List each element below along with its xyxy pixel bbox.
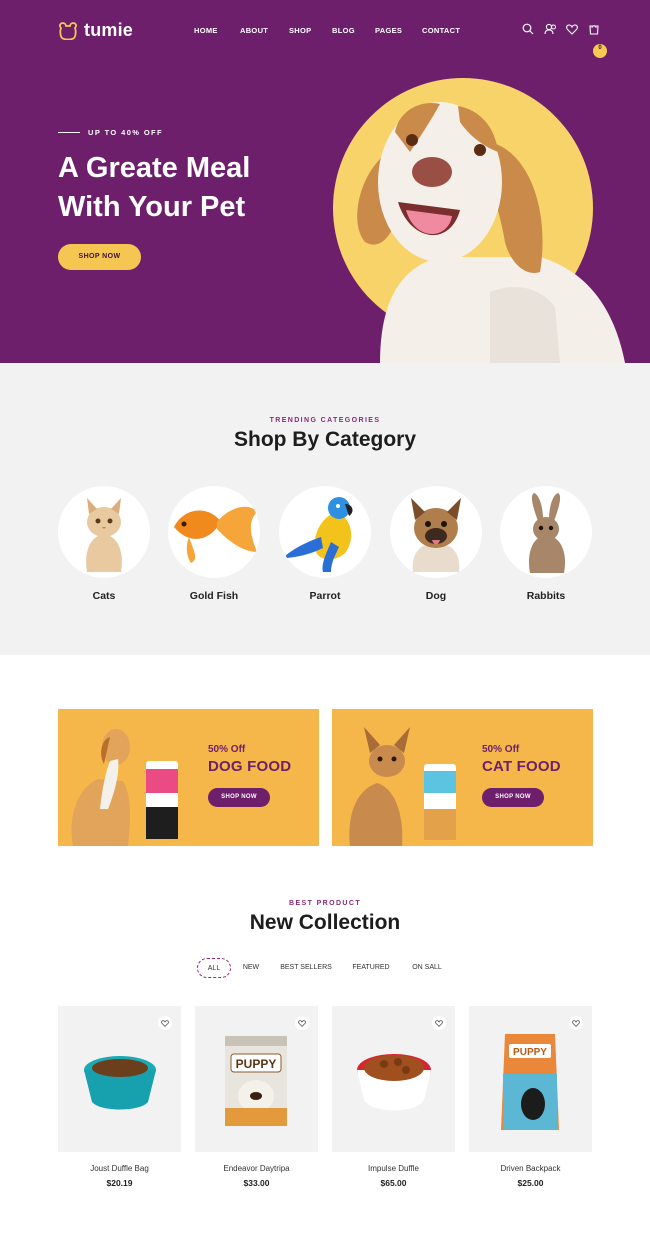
cart-icon[interactable]: 0 xyxy=(588,22,607,58)
hero-title-line1: A Greate Meal xyxy=(58,152,251,184)
nav-contact[interactable]: CONTACT xyxy=(422,26,460,35)
eyebrow-line xyxy=(58,132,80,133)
wishlist-heart-icon[interactable] xyxy=(295,1016,309,1030)
product-name[interactable]: Joust Duffle Bag xyxy=(58,1164,181,1173)
header-actions: 0 xyxy=(522,22,607,58)
product-image xyxy=(332,1006,455,1152)
dog-with-food-bag-image xyxy=(71,729,178,846)
user-icon[interactable] xyxy=(544,22,558,36)
category-list: Cats Gold Fish Parrot Dog Rabbits xyxy=(58,486,592,606)
product-image: PUPPY xyxy=(195,1006,318,1152)
wishlist-heart-icon[interactable] xyxy=(432,1016,446,1030)
hero-title-line2: With Your Pet xyxy=(58,191,246,223)
product-name[interactable]: Driven Backpack xyxy=(469,1164,592,1173)
collection-eyebrow: BEST PRODUCT xyxy=(288,900,362,907)
filter-tab-on-sall[interactable]: ON SALL xyxy=(405,958,449,978)
category-label: Dog xyxy=(425,590,447,602)
dog-icon xyxy=(411,498,461,572)
banner-shop-now-button[interactable]: SHOP NOW xyxy=(208,788,270,807)
brand-name: tumie xyxy=(84,20,134,40)
filter-tab-all[interactable]: ALL xyxy=(197,958,231,978)
promo-banner-dog-food[interactable]: 50% Off DOG FOOD SHOP NOW xyxy=(58,709,319,846)
banner-discount: 50% Off xyxy=(482,744,520,755)
brand-logo[interactable]: tumie xyxy=(58,20,133,41)
banner-discount: 50% Off xyxy=(208,744,246,755)
top-navigation: tumie HOME ABOUT SHOP BLOG PAGES CONTACT… xyxy=(0,0,650,62)
promo-banner-cat-food[interactable]: 50% Off CAT FOOD SHOP NOW xyxy=(332,709,593,846)
puppy-food-can-image: PUPPY xyxy=(225,1036,287,1126)
category-image xyxy=(58,486,150,578)
heart-icon[interactable] xyxy=(566,22,580,36)
product-card[interactable]: PUPPY Driven Backpack $25.00 xyxy=(469,1006,592,1191)
svg-text:PUPPY: PUPPY xyxy=(513,1047,547,1058)
hero-eyebrow-text: UP TO 40% OFF xyxy=(88,128,164,137)
cat-with-food-bag-image xyxy=(349,727,456,846)
category-section: TRENDING CATEGORIES Shop By Category Cat… xyxy=(0,363,650,655)
nav-home[interactable]: HOME xyxy=(194,26,217,35)
category-image xyxy=(500,486,592,578)
collection-title: New Collection xyxy=(249,911,401,934)
product-image xyxy=(58,1006,181,1152)
cat-icon xyxy=(86,498,122,572)
product-card[interactable]: PUPPY Endeavor Daytripa $33.00 xyxy=(195,1006,318,1191)
category-image xyxy=(279,486,371,578)
category-item-parrot[interactable]: Parrot xyxy=(279,486,371,602)
wishlist-heart-icon[interactable] xyxy=(569,1016,583,1030)
banner-title: DOG FOOD xyxy=(208,758,292,775)
product-price: $65.00 xyxy=(380,1178,407,1188)
parrot-icon xyxy=(283,497,353,572)
hero-shop-now-button[interactable]: SHOP NOW xyxy=(58,244,141,270)
bear-face-icon xyxy=(59,21,77,40)
category-item-gold-fish[interactable]: Gold Fish xyxy=(168,486,260,602)
pet-bowl-image xyxy=(84,1056,156,1110)
filter-tab-best-sellers[interactable]: BEST SELLERS xyxy=(276,958,336,978)
category-item-cats[interactable]: Cats xyxy=(58,486,150,602)
product-price: $25.00 xyxy=(517,1178,544,1188)
category-label: Rabbits xyxy=(526,590,566,602)
svg-text:PUPPY: PUPPY xyxy=(236,1057,277,1071)
banner-title: CAT FOOD xyxy=(482,758,561,775)
cart-count-badge: 0 xyxy=(593,44,607,58)
hero-eyebrow: UP TO 40% OFF xyxy=(58,128,163,137)
product-name[interactable]: Impulse Duffle xyxy=(332,1164,455,1173)
category-title: Shop By Category xyxy=(233,428,417,451)
category-eyebrow: TRENDING CATEGORIES xyxy=(269,417,381,424)
nav-pages[interactable]: PAGES xyxy=(375,26,402,35)
search-icon[interactable] xyxy=(522,22,536,36)
banner-shop-now-button[interactable]: SHOP NOW xyxy=(482,788,544,807)
product-card[interactable]: Joust Duffle Bag $20.19 xyxy=(58,1006,181,1191)
puppy-food-bag-image: PUPPY xyxy=(501,1034,559,1130)
filter-tab-new[interactable]: NEW xyxy=(236,958,266,978)
wishlist-heart-icon[interactable] xyxy=(158,1016,172,1030)
product-filter-tabs: ALL NEW BEST SELLERS FEATURED ON SALL xyxy=(0,958,650,978)
category-image xyxy=(390,486,482,578)
main-menu: HOME ABOUT SHOP BLOG PAGES CONTACT xyxy=(194,26,460,35)
food-bowl-image xyxy=(357,1054,431,1111)
product-name[interactable]: Endeavor Daytripa xyxy=(195,1164,318,1173)
product-card[interactable]: Impulse Duffle $65.00 xyxy=(332,1006,455,1191)
category-item-rabbits[interactable]: Rabbits xyxy=(500,486,592,602)
hero-dog-image xyxy=(357,102,625,363)
nav-shop[interactable]: SHOP xyxy=(289,26,311,35)
nav-blog[interactable]: BLOG xyxy=(332,26,355,35)
category-item-dog[interactable]: Dog xyxy=(390,486,482,602)
rabbit-icon xyxy=(528,493,566,573)
product-price: $33.00 xyxy=(243,1178,270,1188)
category-label: Cats xyxy=(92,590,116,602)
category-image xyxy=(168,486,260,578)
goldfish-icon xyxy=(174,506,257,563)
hero-title: A Greate Meal With Your Pet xyxy=(58,149,338,227)
product-price: $20.19 xyxy=(106,1178,133,1188)
category-label: Parrot xyxy=(309,590,341,602)
nav-about[interactable]: ABOUT xyxy=(240,26,268,35)
product-image: PUPPY xyxy=(469,1006,592,1152)
category-label: Gold Fish xyxy=(189,590,239,602)
hero-section: tumie HOME ABOUT SHOP BLOG PAGES CONTACT… xyxy=(0,0,650,363)
filter-tab-featured[interactable]: FEATURED xyxy=(346,958,396,978)
